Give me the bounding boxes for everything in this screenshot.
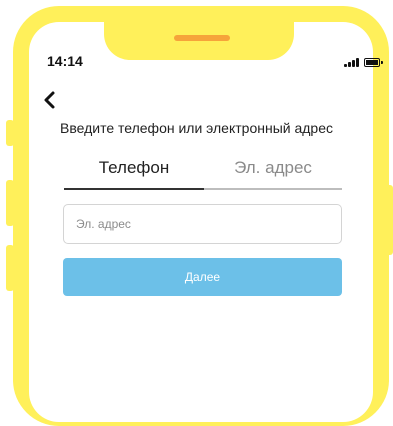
tab-phone[interactable]: Телефон — [64, 158, 204, 190]
side-button-power — [386, 185, 393, 255]
email-input[interactable] — [63, 204, 342, 244]
tab-email[interactable]: Эл. адрес — [204, 158, 342, 190]
next-button[interactable]: Далее — [63, 258, 342, 296]
speaker — [174, 35, 230, 41]
battery-icon — [364, 58, 383, 67]
tab-email-underline — [204, 188, 342, 190]
tab-phone-underline — [64, 188, 204, 190]
login-prompt: Введите телефон или электронный адрес — [60, 120, 333, 136]
back-button[interactable] — [42, 90, 62, 110]
side-button-volume-down — [6, 245, 14, 291]
side-button-volume-up — [6, 180, 14, 226]
notch — [104, 6, 294, 60]
status-icons — [344, 57, 383, 67]
signal-icon — [344, 57, 359, 67]
back-chevron-icon — [44, 91, 55, 109]
status-time: 14:14 — [47, 53, 83, 69]
